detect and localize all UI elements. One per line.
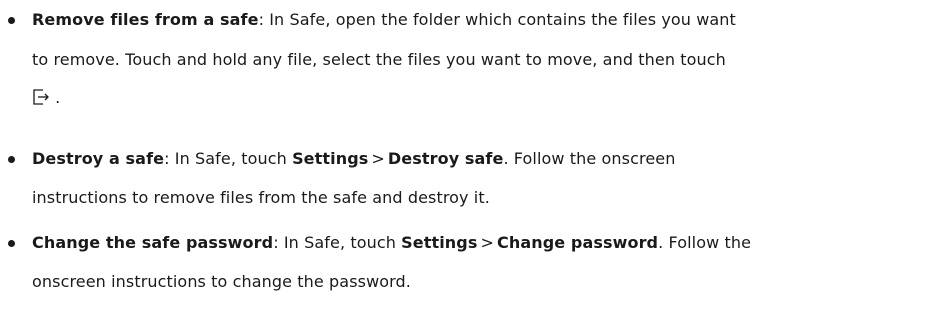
- menu-separator: >: [371, 149, 385, 168]
- item-title: Destroy a safe: [32, 149, 165, 168]
- bullet: [8, 17, 15, 24]
- item-text: .: [50, 88, 61, 107]
- list-item-line: .: [32, 87, 60, 109]
- bullet: [8, 240, 15, 247]
- menu-separator: >: [480, 233, 494, 252]
- document-page: Remove files from a safe: In Safe, open …: [0, 0, 937, 314]
- menu-change-password: Change password: [497, 233, 659, 252]
- bullet: [8, 156, 15, 163]
- item-text: : In Safe, touch: [273, 233, 402, 252]
- item-text: . Follow the onscreen: [503, 149, 676, 168]
- menu-destroy-safe: Destroy safe: [387, 149, 504, 168]
- menu-settings: Settings: [401, 233, 478, 252]
- move-out-icon: [33, 89, 49, 105]
- list-item-line: onscreen instructions to change the pass…: [32, 272, 411, 291]
- list-item-line: Change the safe password: In Safe, touch…: [32, 232, 751, 254]
- list-item-line: Remove files from a safe: In Safe, open …: [32, 9, 736, 31]
- list-item-line: Destroy a safe: In Safe, touch Settings >…: [32, 148, 675, 170]
- item-title: Change the safe password: [32, 233, 274, 252]
- item-text: . Follow the: [658, 233, 752, 252]
- list-item-line: to remove. Touch and hold any file, sele…: [32, 50, 726, 69]
- item-text: : In Safe, touch: [164, 149, 293, 168]
- menu-settings: Settings: [292, 149, 369, 168]
- item-text: : In Safe, open the folder which contain…: [258, 10, 736, 29]
- list-item-line: instructions to remove files from the sa…: [32, 188, 490, 207]
- item-title: Remove files from a safe: [32, 10, 259, 29]
